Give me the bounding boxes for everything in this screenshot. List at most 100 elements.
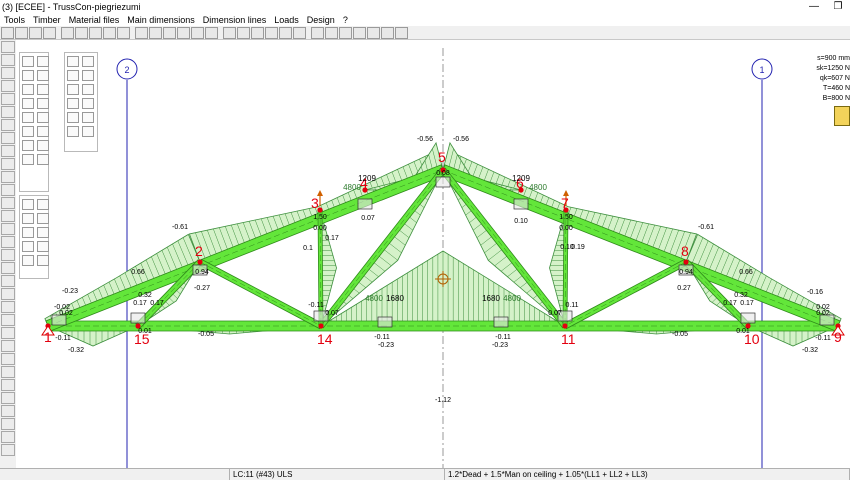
support-icon[interactable] bbox=[22, 241, 34, 252]
node-icon[interactable] bbox=[22, 140, 34, 151]
zoom-icon[interactable] bbox=[67, 70, 79, 81]
grid-icon[interactable] bbox=[149, 26, 162, 39]
check-icon[interactable] bbox=[1, 405, 15, 417]
hinge-icon[interactable] bbox=[279, 26, 292, 39]
zoom-icon[interactable] bbox=[135, 26, 148, 39]
snap-icon[interactable] bbox=[37, 140, 49, 151]
open-icon[interactable] bbox=[15, 26, 28, 39]
calc-icon[interactable] bbox=[367, 26, 380, 39]
move-icon[interactable] bbox=[325, 26, 338, 39]
arc-icon[interactable] bbox=[37, 56, 49, 67]
grid-icon[interactable] bbox=[22, 98, 34, 109]
nail-plate[interactable] bbox=[435, 176, 451, 188]
check-icon[interactable] bbox=[82, 98, 94, 109]
support-icon[interactable] bbox=[37, 199, 49, 210]
plate-icon[interactable] bbox=[191, 26, 204, 39]
copy-icon[interactable] bbox=[103, 26, 116, 39]
menu-dimension-lines[interactable]: Dimension lines bbox=[199, 15, 271, 25]
arrow-icon[interactable] bbox=[22, 227, 34, 238]
check-icon[interactable] bbox=[1, 249, 15, 261]
copy-icon[interactable] bbox=[67, 126, 79, 137]
delete-icon[interactable] bbox=[293, 26, 306, 39]
nail-plate[interactable] bbox=[377, 316, 393, 328]
save-icon[interactable] bbox=[29, 26, 42, 39]
load-icon[interactable] bbox=[1, 431, 15, 443]
node-icon[interactable] bbox=[22, 84, 34, 95]
arc-icon[interactable] bbox=[37, 112, 49, 123]
arrow-icon[interactable] bbox=[37, 255, 49, 266]
node-point[interactable] bbox=[318, 323, 324, 329]
snap-icon[interactable] bbox=[1, 353, 15, 365]
calc-icon[interactable] bbox=[82, 84, 94, 95]
cut-icon[interactable] bbox=[89, 26, 102, 39]
undo-icon[interactable] bbox=[61, 26, 74, 39]
hinge-icon[interactable] bbox=[37, 241, 49, 252]
circle-icon[interactable] bbox=[37, 126, 49, 137]
arrow-icon[interactable] bbox=[1, 444, 15, 456]
nail-plate[interactable] bbox=[493, 316, 509, 328]
zoom-icon[interactable] bbox=[1, 379, 15, 391]
copy-icon[interactable] bbox=[67, 84, 79, 95]
menu-tools[interactable]: Tools bbox=[0, 15, 29, 25]
check-icon[interactable] bbox=[223, 26, 236, 39]
move-icon[interactable] bbox=[37, 154, 49, 165]
zoom-icon[interactable] bbox=[1, 223, 15, 235]
pin-icon[interactable] bbox=[1, 418, 15, 430]
circle-icon[interactable] bbox=[37, 70, 49, 81]
rect-icon[interactable] bbox=[22, 126, 34, 137]
plate-icon[interactable] bbox=[67, 56, 79, 67]
load-icon[interactable] bbox=[1, 275, 15, 287]
timber-section-icon[interactable] bbox=[834, 106, 850, 126]
arrow-icon[interactable] bbox=[251, 26, 264, 39]
calc-icon[interactable] bbox=[82, 126, 94, 137]
grid-icon[interactable] bbox=[1, 210, 15, 222]
new-icon[interactable] bbox=[1, 26, 14, 39]
plate-icon[interactable] bbox=[67, 98, 79, 109]
beam-icon[interactable] bbox=[22, 199, 34, 210]
redo-icon[interactable] bbox=[75, 26, 88, 39]
menu-help[interactable]: ? bbox=[339, 15, 352, 25]
support-icon[interactable] bbox=[265, 26, 278, 39]
menu-timber[interactable]: Timber bbox=[29, 15, 65, 25]
load-icon[interactable] bbox=[1, 132, 15, 144]
nail-plate[interactable] bbox=[357, 198, 373, 210]
snap-icon[interactable] bbox=[205, 26, 218, 39]
load-icon[interactable] bbox=[37, 213, 49, 224]
print-icon[interactable] bbox=[381, 26, 394, 39]
arrow-icon[interactable] bbox=[1, 145, 15, 157]
node-icon[interactable] bbox=[1, 158, 15, 170]
beam-icon[interactable] bbox=[37, 227, 49, 238]
menu-loads[interactable]: Loads bbox=[270, 15, 303, 25]
zoom-icon[interactable] bbox=[67, 112, 79, 123]
node-point[interactable] bbox=[683, 259, 689, 265]
hinge-icon[interactable] bbox=[1, 314, 15, 326]
snap-icon[interactable] bbox=[1, 197, 15, 209]
menu-material-files[interactable]: Material files bbox=[65, 15, 124, 25]
move-icon[interactable] bbox=[37, 98, 49, 109]
zoom-icon[interactable] bbox=[353, 26, 366, 39]
paste-icon[interactable] bbox=[117, 26, 130, 39]
nail-plate[interactable] bbox=[740, 312, 756, 324]
pin-icon[interactable] bbox=[1, 119, 15, 131]
print-icon[interactable] bbox=[43, 26, 56, 39]
node-point[interactable] bbox=[197, 259, 203, 265]
drawing-canvas[interactable]: 21 1 15 14 11 10 9 2 3 4 5 6 7 8 -0.56 -0.56 -0.61 -0.61… bbox=[16, 40, 850, 468]
menu-design[interactable]: Design bbox=[303, 15, 339, 25]
check-icon[interactable] bbox=[82, 56, 94, 67]
hinge-icon[interactable] bbox=[1, 93, 15, 105]
arrow-icon[interactable] bbox=[1, 288, 15, 300]
restore-icon[interactable]: ❐ bbox=[826, 1, 850, 13]
hinge-icon[interactable] bbox=[22, 213, 34, 224]
node-icon[interactable] bbox=[163, 26, 176, 39]
plate-icon[interactable] bbox=[1, 184, 15, 196]
grid-icon[interactable] bbox=[22, 154, 34, 165]
pin-icon[interactable] bbox=[1, 41, 15, 53]
export-icon[interactable] bbox=[395, 26, 408, 39]
delete-icon[interactable] bbox=[1, 392, 15, 404]
rect-icon[interactable] bbox=[22, 70, 34, 81]
menu-main-dimensions[interactable]: Main dimensions bbox=[123, 15, 199, 25]
delete-icon[interactable] bbox=[82, 112, 94, 123]
scissors-icon[interactable] bbox=[339, 26, 352, 39]
support-icon[interactable] bbox=[1, 80, 15, 92]
move-icon[interactable] bbox=[1, 54, 15, 66]
